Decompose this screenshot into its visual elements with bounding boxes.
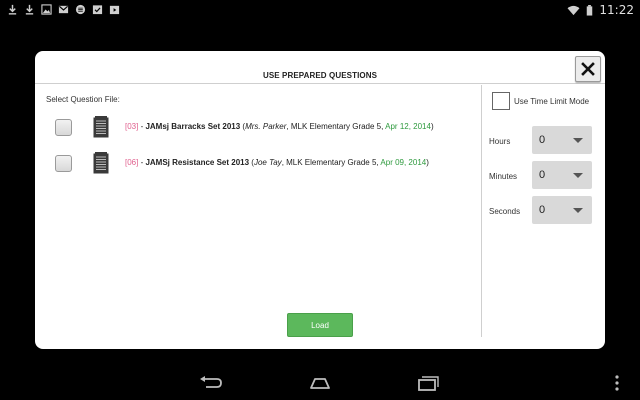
close-icon — [581, 62, 595, 76]
download-icon — [7, 3, 18, 15]
calendar-check-icon — [92, 3, 103, 15]
battery-icon — [586, 4, 593, 16]
hours-row: Hours 0 — [482, 126, 605, 154]
dropdown-caret-icon — [573, 138, 583, 143]
seconds-select[interactable]: 0 — [532, 196, 592, 224]
file-date: Apr 09, 2014 — [380, 158, 427, 167]
home-button[interactable] — [305, 373, 335, 393]
question-file-checkbox[interactable] — [55, 119, 72, 136]
file-name: JAMSj Resistance Set 2013 — [145, 158, 250, 167]
minutes-value: 0 — [539, 169, 546, 181]
time-limit-checkbox[interactable] — [492, 92, 510, 110]
prepared-questions-dialog: USE PREPARED QUESTIONS Select Question F… — [35, 51, 605, 349]
time-limit-label: Use Time Limit Mode — [514, 96, 590, 106]
status-bar: 11:22 — [0, 0, 640, 20]
minutes-row: Minutes 0 — [482, 161, 605, 189]
file-id: [03] — [125, 122, 139, 131]
minutes-label: Minutes — [489, 172, 518, 181]
overflow-menu-button[interactable] — [608, 373, 626, 393]
file-author: Joe Tay — [253, 158, 282, 167]
question-file-row[interactable]: [06] - JAMSj Resistance Set 2013 (Joe Ta… — [35, 152, 480, 176]
file-school: , MLK Elementary Grade 5, — [281, 158, 381, 167]
question-file-pane: Select Question File: [03] - JAMsj Barra… — [35, 85, 480, 337]
music-icon — [75, 3, 86, 15]
file-paren-close: ) — [426, 158, 429, 167]
wifi-icon — [567, 4, 580, 16]
hours-label: Hours — [489, 137, 511, 146]
time-limit-pane: Use Time Limit Mode Hours 0 Minutes 0 Se… — [481, 85, 605, 337]
notification-icons — [7, 3, 120, 15]
hours-value: 0 — [539, 134, 546, 146]
screen: 11:22 USE PREPARED QUESTIONS Select Ques… — [0, 0, 640, 400]
question-file-label[interactable]: [03] - JAMsj Barracks Set 2013 (Mrs. Par… — [125, 122, 434, 131]
question-file-row[interactable]: [03] - JAMsj Barracks Set 2013 (Mrs. Par… — [35, 116, 480, 140]
file-author: Mrs. Parker — [245, 122, 287, 131]
dialog-header: USE PREPARED QUESTIONS — [35, 51, 605, 84]
navigation-bar — [0, 365, 640, 400]
back-icon — [200, 376, 222, 388]
file-id: [06] — [125, 158, 139, 167]
select-question-file-label: Select Question File: — [46, 95, 120, 104]
question-file-checkbox[interactable] — [55, 155, 72, 172]
question-file-label[interactable]: [06] - JAMSj Resistance Set 2013 (Joe Ta… — [125, 158, 429, 167]
seconds-value: 0 — [539, 204, 546, 216]
recents-icon — [418, 376, 439, 391]
play-store-icon — [109, 3, 120, 15]
file-paren-close: ) — [430, 122, 434, 131]
file-date: Apr 12, 2014 — [385, 122, 431, 131]
status-clock: 11:22 — [599, 3, 634, 17]
image-icon — [41, 3, 52, 15]
dialog-title: USE PREPARED QUESTIONS — [262, 71, 378, 80]
gmail-icon — [58, 3, 69, 15]
time-limit-toggle[interactable]: Use Time Limit Mode — [492, 92, 589, 110]
hours-select[interactable]: 0 — [532, 126, 592, 154]
recents-button[interactable] — [413, 373, 443, 393]
seconds-label: Seconds — [489, 207, 521, 216]
seconds-row: Seconds 0 — [482, 196, 605, 224]
system-icons: 11:22 — [567, 3, 634, 17]
close-button[interactable] — [575, 56, 601, 82]
file-name: JAMsj Barracks Set 2013 — [145, 122, 241, 131]
minutes-select[interactable]: 0 — [532, 161, 592, 189]
document-icon — [93, 152, 109, 174]
load-button[interactable]: Load — [287, 313, 353, 337]
back-button[interactable] — [196, 373, 226, 393]
document-icon — [93, 116, 109, 138]
overflow-menu-icon — [615, 375, 619, 391]
home-icon — [310, 378, 330, 389]
download-icon — [24, 3, 35, 15]
file-school: , MLK Elementary Grade 5, — [286, 122, 386, 131]
dropdown-caret-icon — [573, 173, 583, 178]
dropdown-caret-icon — [573, 208, 583, 213]
